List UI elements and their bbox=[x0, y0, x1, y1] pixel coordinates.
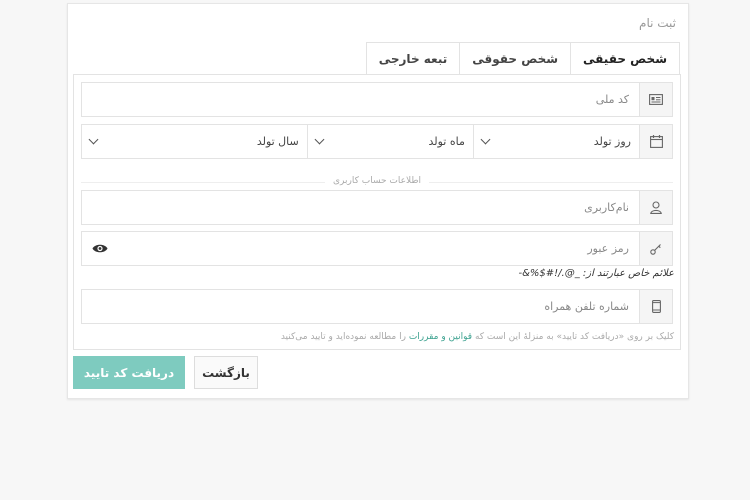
card-title: ثبت نام bbox=[639, 16, 676, 30]
birth-year-select[interactable]: سال تولد bbox=[82, 125, 307, 158]
terms-link[interactable]: قوانین و مقررات bbox=[409, 332, 472, 342]
tab-panel: روز تولد ماه تولد سال تولد اطلاعات حساب … bbox=[73, 74, 681, 350]
chevron-down-icon bbox=[480, 134, 491, 145]
terms-text-before: کلیک بر روی «دریافت کد تایید» به منزلهٔ … bbox=[472, 332, 674, 342]
account-info-divider: اطلاعات حساب کاربری bbox=[81, 176, 673, 188]
tab-natural-person[interactable]: شخص حقیقی bbox=[570, 42, 680, 75]
password-hint: علائم خاص عبارتند از: _@./!#$%&- bbox=[518, 268, 675, 279]
birth-month-label: ماه تولد bbox=[428, 135, 465, 148]
username-field bbox=[81, 190, 673, 225]
mobile-field bbox=[81, 289, 673, 324]
tab-legal-person[interactable]: شخص حقوقی bbox=[459, 42, 572, 75]
national-code-input[interactable] bbox=[82, 83, 639, 116]
mobile-input[interactable] bbox=[82, 290, 639, 323]
key-icon bbox=[639, 232, 672, 265]
chevron-down-icon bbox=[88, 134, 99, 145]
tab-bar: شخص حقیقی شخص حقوقی تبعه خارجی bbox=[365, 42, 680, 75]
id-card-icon bbox=[639, 83, 672, 116]
national-code-field bbox=[81, 82, 673, 117]
user-icon bbox=[639, 191, 672, 224]
password-field bbox=[81, 231, 673, 266]
chevron-down-icon bbox=[314, 134, 325, 145]
birth-day-label: روز تولد bbox=[593, 135, 631, 148]
back-button[interactable]: بازگشت bbox=[194, 356, 258, 389]
tab-foreign-national[interactable]: تبعه خارجی bbox=[365, 42, 461, 75]
calendar-icon bbox=[639, 125, 672, 158]
username-input[interactable] bbox=[82, 191, 639, 224]
terms-text-after: را مطالعه نموده‌اید و تایید می‌کنید bbox=[280, 332, 409, 342]
eye-icon[interactable] bbox=[82, 232, 118, 265]
mobile-icon bbox=[639, 290, 672, 323]
get-verification-code-button[interactable]: دریافت کد تایید bbox=[73, 356, 185, 389]
birth-year-label: سال تولد bbox=[256, 135, 299, 148]
account-info-label: اطلاعات حساب کاربری bbox=[324, 176, 430, 186]
birth-day-select[interactable]: روز تولد bbox=[472, 125, 639, 158]
birth-date-field: روز تولد ماه تولد سال تولد bbox=[81, 124, 673, 159]
password-input[interactable] bbox=[118, 232, 639, 265]
terms-notice: کلیک بر روی «دریافت کد تایید» به منزلهٔ … bbox=[281, 332, 674, 342]
registration-card: ثبت نام شخص حقیقی شخص حقوقی تبعه خارجی ر… bbox=[67, 3, 689, 399]
birth-month-select[interactable]: ماه تولد bbox=[306, 125, 473, 158]
